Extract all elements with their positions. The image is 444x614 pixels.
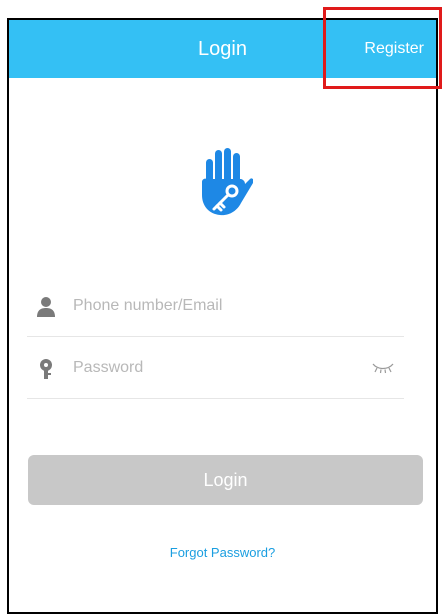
nav-bar: Login Register bbox=[9, 20, 436, 78]
password-input[interactable] bbox=[73, 352, 363, 384]
login-screen: Login Register Phone number/Email Login … bbox=[7, 18, 438, 614]
login-button[interactable]: Login bbox=[28, 455, 423, 505]
phone-email-field bbox=[27, 276, 404, 337]
person-icon bbox=[37, 297, 55, 317]
password-field bbox=[27, 338, 404, 399]
hand-key-icon bbox=[202, 148, 253, 216]
forgot-password-link[interactable]: Forgot Password? bbox=[9, 545, 436, 560]
phone-email-input[interactable] bbox=[73, 290, 363, 322]
eye-closed-icon[interactable] bbox=[372, 360, 394, 376]
register-link[interactable]: Register bbox=[364, 20, 424, 78]
key-icon bbox=[40, 359, 52, 379]
